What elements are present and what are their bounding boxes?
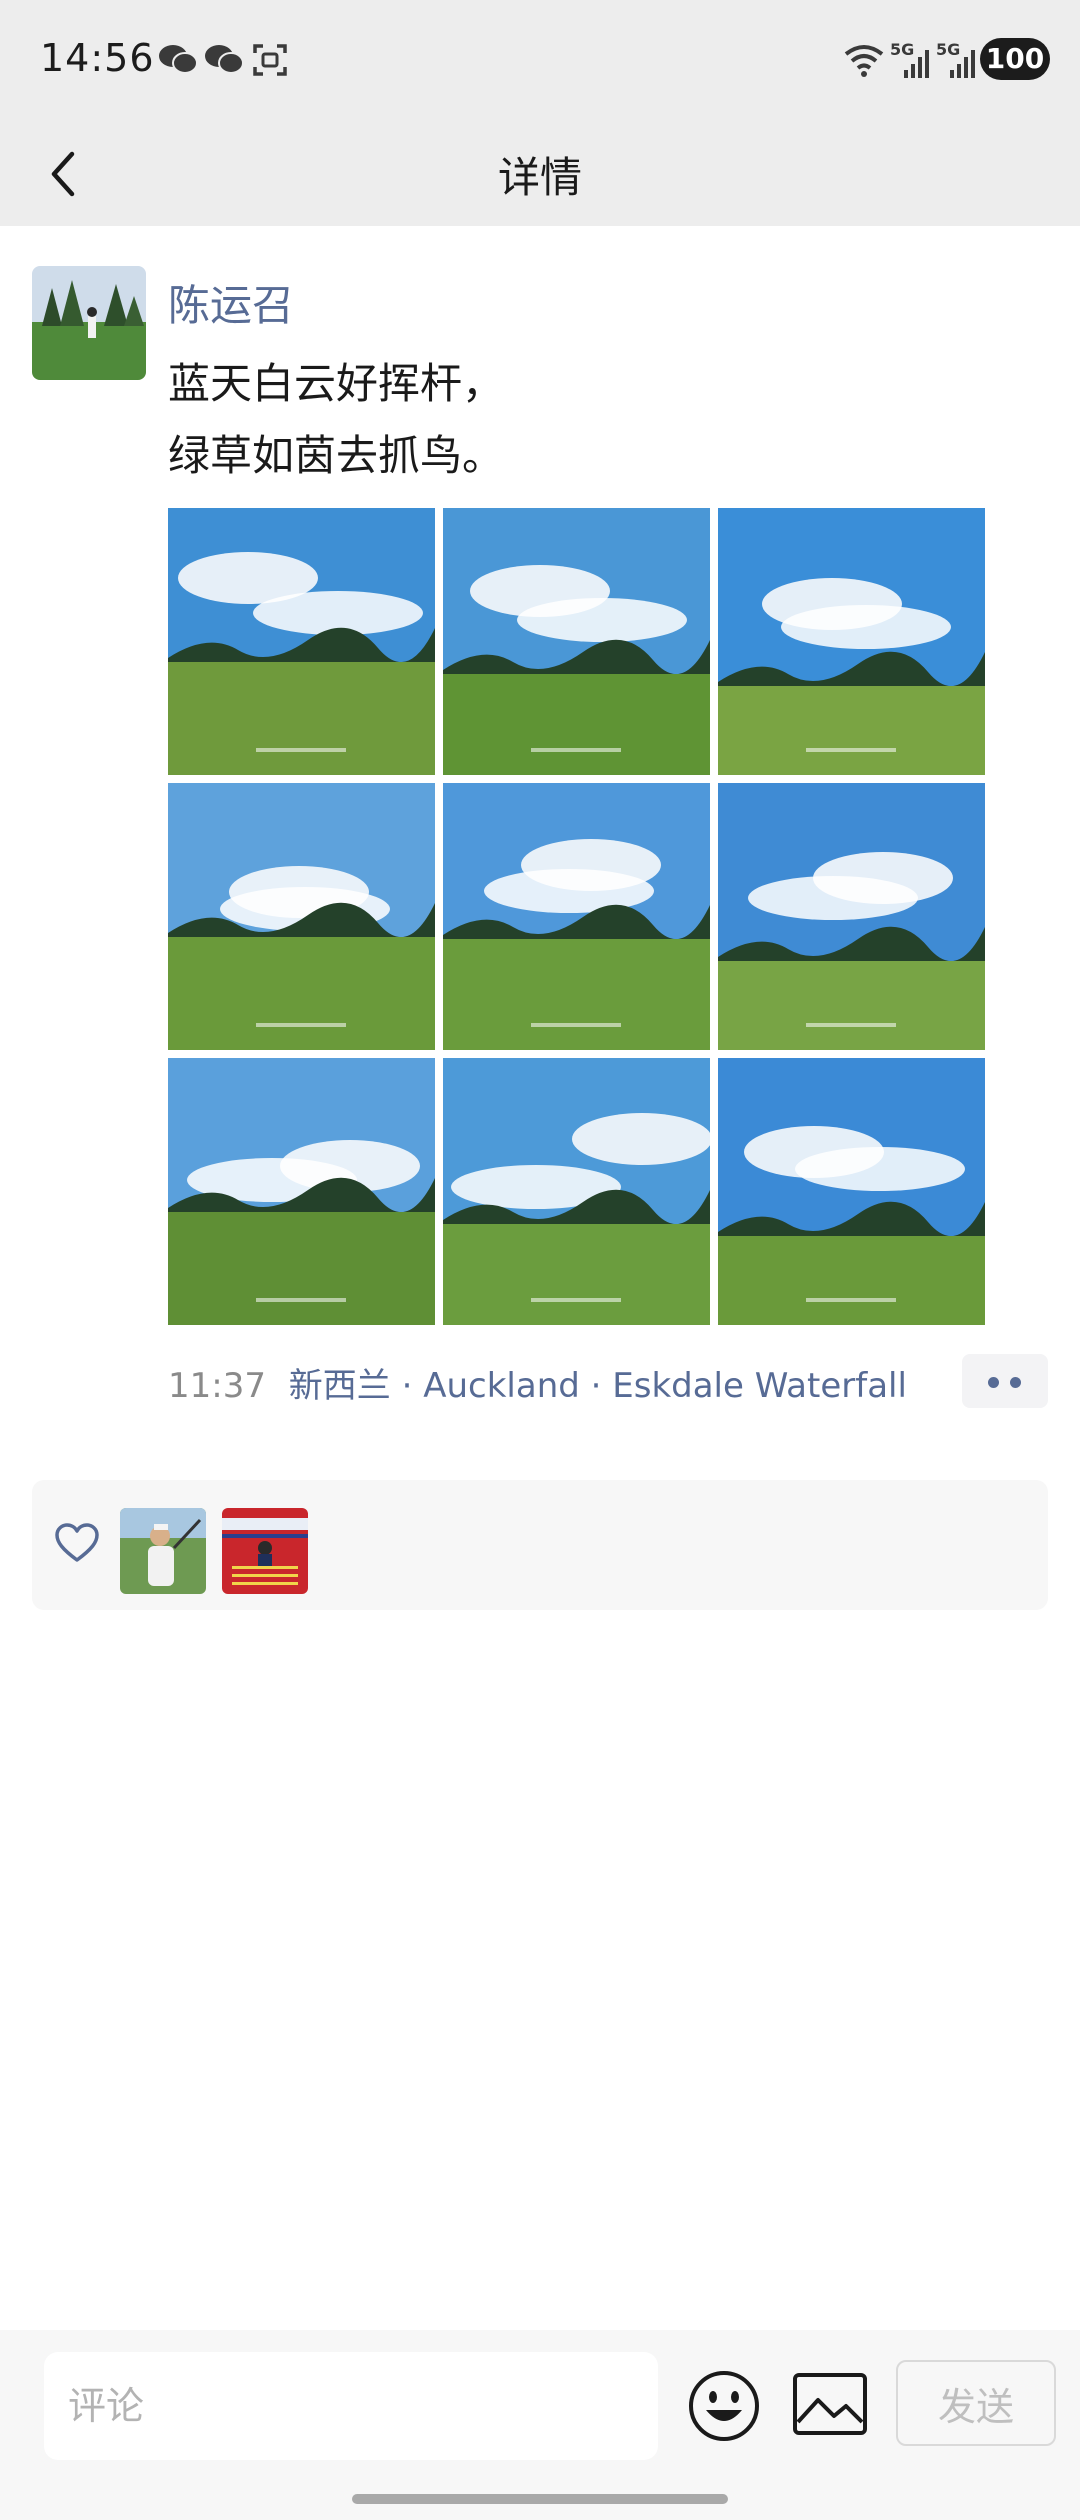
post-text: 蓝天白云好挥杆， 绿草如茵去抓鸟。 — [168, 348, 504, 492]
send-button[interactable]: 发送 — [896, 2360, 1056, 2446]
more-dots-icon — [1010, 1377, 1021, 1388]
post-photo[interactable] — [718, 1058, 985, 1325]
author-name[interactable]: 陈运召 — [168, 272, 294, 333]
emoji-icon[interactable] — [686, 2368, 762, 2444]
liker-avatar-golfer[interactable] — [120, 1508, 206, 1594]
status-time: 14:56 — [40, 36, 155, 80]
post-photo[interactable] — [443, 1058, 710, 1325]
post-meta: 11:37 新西兰 · Auckland · Eskdale Waterfall — [168, 1358, 907, 1407]
photo-grid — [168, 508, 985, 1325]
more-dots-icon — [988, 1377, 999, 1388]
post-photo[interactable] — [718, 508, 985, 775]
post-photo[interactable] — [443, 508, 710, 775]
post-photo[interactable] — [168, 1058, 435, 1325]
page-title: 详情 — [497, 153, 582, 202]
more-actions-button[interactable] — [962, 1354, 1048, 1408]
status-bar: 14:56 5G 5G 100 — [0, 0, 1080, 122]
likes-section — [32, 1480, 1048, 1610]
nav-header: 详情 — [0, 122, 1080, 226]
liker-avatar-red-banner[interactable] — [222, 1508, 308, 1594]
home-indicator[interactable] — [352, 2494, 728, 2504]
wechat-icon — [159, 45, 198, 74]
author-avatar[interactable] — [32, 266, 146, 380]
comment-input[interactable] — [44, 2352, 658, 2460]
signal-icon — [950, 50, 975, 78]
post-photo[interactable] — [168, 783, 435, 1050]
wifi-icon — [844, 45, 884, 77]
moments-detail-screen: 14:56 5G 5G 100 详情 陈运召 蓝天白云好挥杆， 绿草如茵去抓鸟。… — [0, 0, 1080, 2520]
wechat-icon — [205, 45, 244, 74]
post-photo[interactable] — [168, 508, 435, 775]
post-photo[interactable] — [718, 783, 985, 1050]
image-icon[interactable] — [792, 2372, 868, 2436]
screenshot-icon — [253, 44, 287, 76]
post-text-line: 蓝天白云好挥杆， — [168, 359, 505, 408]
post-text-line: 绿草如茵去抓鸟。 — [168, 431, 505, 480]
post-location[interactable]: 新西兰 · Auckland · Eskdale Waterfall — [289, 1366, 907, 1406]
heart-icon — [55, 1523, 99, 1562]
comment-bar: 发送 — [0, 2330, 1080, 2520]
battery-indicator: 100 — [980, 38, 1050, 80]
signal-icon — [904, 50, 929, 78]
post-photo[interactable] — [443, 783, 710, 1050]
post-time: 11:37 — [168, 1366, 266, 1406]
